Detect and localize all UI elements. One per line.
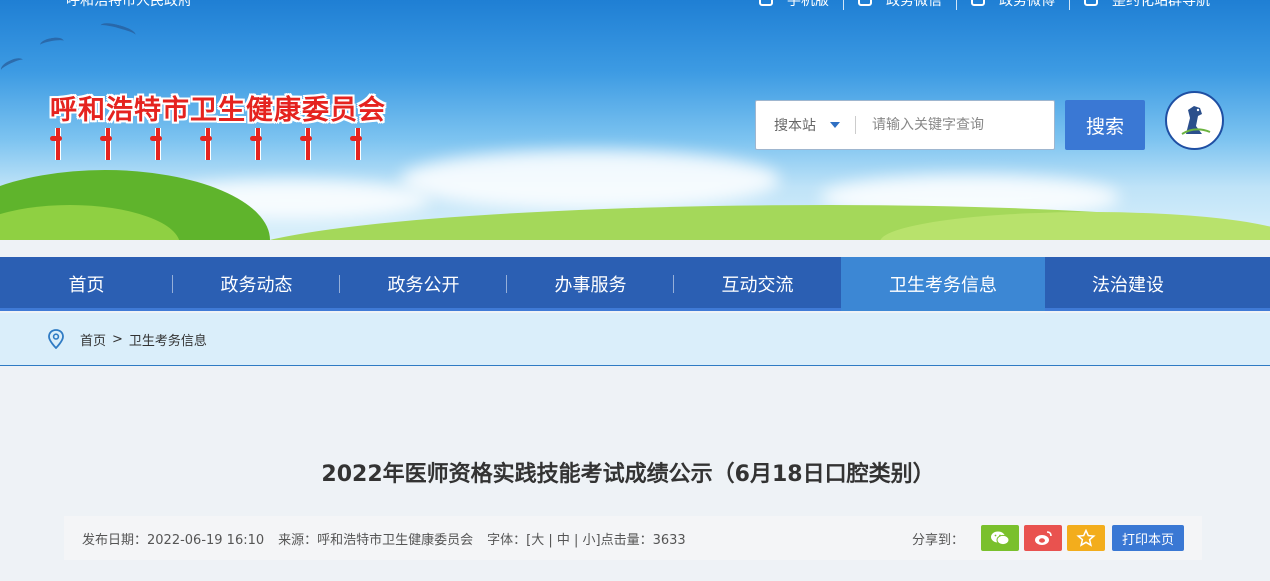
caret-down-icon xyxy=(830,122,840,128)
nav-item-home[interactable]: 首页 xyxy=(0,257,173,311)
wechat-icon xyxy=(858,0,872,6)
nav-item-exam-info[interactable]: 卫生考务信息 xyxy=(841,257,1045,311)
nav-item-legal[interactable]: 法治建设 xyxy=(1045,257,1211,311)
weibo-share-button[interactable] xyxy=(1023,525,1062,551)
nav-item-services[interactable]: 办事服务 xyxy=(507,257,674,311)
publish-date: 发布日期：2022-06-19 16:10 xyxy=(82,532,265,548)
top-link-mobile[interactable]: 手机版 xyxy=(745,0,843,10)
article-source: 来源：呼和浩特市卫生健康委员会 xyxy=(278,532,474,548)
wechat-share-button[interactable] xyxy=(980,525,1019,551)
horse-emblem-icon[interactable] xyxy=(1165,91,1224,150)
search-input[interactable] xyxy=(872,117,1042,133)
header-banner: 呼和浩特市人民政府 手机版 政务微信 政务微博 整约化站群导航 呼和浩特市卫生健… xyxy=(0,0,1270,240)
mobile-icon xyxy=(759,0,773,6)
nav-item-label: 办事服务 xyxy=(554,275,627,296)
breadcrumb-home-link[interactable]: 首页 xyxy=(80,330,106,349)
top-link-label: 手机版 xyxy=(787,0,829,9)
nav-item-label: 政务动态 xyxy=(220,275,293,296)
bird-decoration xyxy=(0,55,25,75)
breadcrumb: 首页 > 卫生考务信息 xyxy=(0,313,1270,366)
weibo-icon xyxy=(971,0,985,6)
font-size-and-views[interactable]: 字体：[大 | 中 | 小]点击量：3633 xyxy=(487,529,686,548)
top-link-label: 整约化站群导航 xyxy=(1112,0,1210,9)
top-links: 手机版 政务微信 政务微博 整约化站群导航 xyxy=(745,0,1224,10)
top-bar: 呼和浩特市人民政府 手机版 政务微信 政务微博 整约化站群导航 xyxy=(0,0,1270,10)
top-link-weibo[interactable]: 政务微博 xyxy=(956,0,1069,10)
nav-item-label: 法治建设 xyxy=(1092,275,1164,296)
top-link-navigation[interactable]: 整约化站群导航 xyxy=(1069,0,1224,10)
wechat-share-icon xyxy=(990,531,1010,546)
location-pin-icon xyxy=(48,329,64,349)
favorite-share-button[interactable] xyxy=(1066,525,1105,551)
gov-portal-link[interactable]: 呼和浩特市人民政府 xyxy=(66,0,192,10)
nav-item-label: 政务公开 xyxy=(387,275,460,296)
nav-item-label: 首页 xyxy=(68,275,105,296)
favorite-star-icon xyxy=(1076,529,1096,547)
bird-decoration xyxy=(39,35,65,51)
top-link-label: 政务微信 xyxy=(886,0,942,9)
top-link-label: 政务微博 xyxy=(999,0,1055,9)
nav-item-label: 卫生考务信息 xyxy=(889,275,997,296)
article-title: 2022年医师资格实践技能考试成绩公示（6月18日口腔类别） xyxy=(321,462,935,487)
nav-item-label: 互动交流 xyxy=(721,275,794,296)
breadcrumb-separator: > xyxy=(112,331,123,347)
search-box: 搜本站 xyxy=(755,100,1055,150)
search-button[interactable]: 搜索 xyxy=(1065,100,1145,150)
top-link-wechat[interactable]: 政务微信 xyxy=(843,0,956,10)
search-scope-label: 搜本站 xyxy=(774,118,816,134)
nav-item-interaction[interactable]: 互动交流 xyxy=(674,257,841,311)
breadcrumb-current-link[interactable]: 卫生考务信息 xyxy=(129,330,207,349)
weibo-share-icon xyxy=(1034,531,1052,545)
site-title[interactable]: 呼和浩特市卫生健康委员会 xyxy=(50,88,386,127)
share-bar: 分享到： 打印本页 xyxy=(912,525,1184,551)
share-label: 分享到： xyxy=(911,532,964,548)
navigation-icon xyxy=(1084,0,1098,6)
article-meta-bar: 发布日期：2022-06-19 16:10 来源：呼和浩特市卫生健康委员会 字体… xyxy=(64,516,1202,560)
main-nav: 首页 政务动态 政务公开 办事服务 互动交流 卫生考务信息 法治建设 xyxy=(0,257,1270,311)
nav-item-public-info[interactable]: 政务公开 xyxy=(340,257,507,311)
mongolian-script-title xyxy=(50,128,362,160)
print-button[interactable]: 打印本页 xyxy=(1111,525,1184,551)
bird-decoration xyxy=(99,20,137,40)
search-scope-select[interactable]: 搜本站 xyxy=(756,116,856,134)
nav-item-news[interactable]: 政务动态 xyxy=(173,257,340,311)
